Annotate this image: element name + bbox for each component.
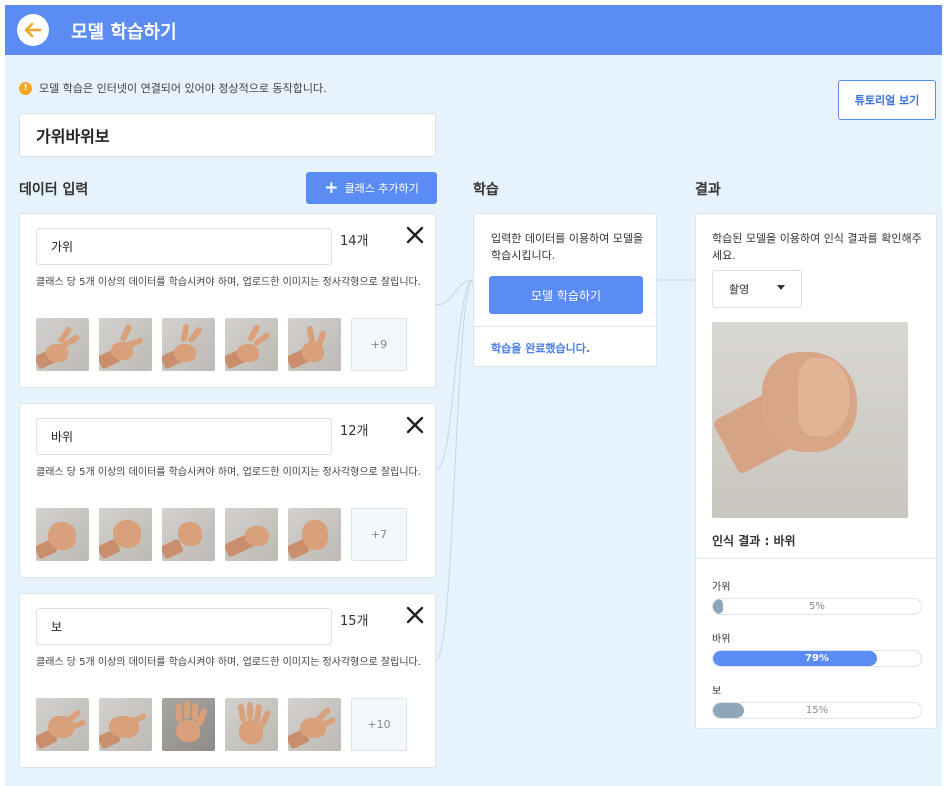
sample-thumbnail[interactable] — [288, 318, 341, 371]
result-card: 학습된 모델을 이용하여 인식 결과를 확인해주세요. 촬영 인식 결과 : 바… — [695, 213, 937, 729]
sample-thumbnail[interactable] — [99, 318, 152, 371]
class-card-rock: 바위 12개 클래스 당 5개 이상의 데이터를 학습시켜야 하며, 업로드한 … — [19, 403, 436, 578]
sample-thumbnail[interactable] — [162, 318, 215, 371]
probability-value: 15% — [805, 705, 829, 716]
sample-thumbnail[interactable] — [36, 508, 89, 561]
data-input-title: 데이터 입력 — [19, 182, 89, 198]
thumbnail-list: +7 — [36, 508, 407, 561]
probability-bar: 79% — [712, 650, 922, 667]
class-name-input[interactable]: 가위 — [36, 228, 332, 265]
top-bar: 모델 학습하기 — [5, 5, 942, 55]
more-thumbnails-button[interactable]: +7 — [351, 508, 407, 561]
network-notice: ! 모델 학습은 인터넷이 연결되어 있어야 정상적으로 동작합니다. — [19, 80, 327, 96]
more-thumbnails-button[interactable]: +10 — [351, 698, 407, 751]
close-icon[interactable] — [404, 224, 426, 246]
probability-label: 바위 — [712, 634, 731, 645]
sample-thumbnail[interactable] — [99, 508, 152, 561]
training-title: 학습 — [473, 182, 499, 198]
class-hint: 클래스 당 5개 이상의 데이터를 학습시켜야 하며, 업로드한 이미지는 정사… — [36, 467, 421, 478]
sample-thumbnail[interactable] — [36, 318, 89, 371]
probability-bar: 5% — [712, 598, 922, 615]
sample-thumbnail[interactable] — [225, 698, 278, 751]
thumbnail-list: +10 — [36, 698, 407, 751]
probability-value: 5% — [809, 601, 825, 612]
sample-thumbnail[interactable] — [288, 698, 341, 751]
result-title: 결과 — [695, 182, 721, 198]
class-count: 12개 — [340, 424, 369, 439]
more-thumbnails-button[interactable]: +9 — [351, 318, 407, 371]
class-hint: 클래스 당 5개 이상의 데이터를 학습시켜야 하며, 업로드한 이미지는 정사… — [36, 657, 421, 668]
class-count: 14개 — [340, 234, 369, 249]
class-count: 15개 — [340, 614, 369, 629]
class-card-scissors: 가위 14개 클래스 당 5개 이상의 데이터를 학습시켜야 하며, 업로드한 … — [19, 213, 436, 388]
training-description: 입력한 데이터를 이용하여 모델을 학습시킵니다. — [491, 232, 644, 262]
class-card-paper: 보 15개 클래스 당 5개 이상의 데이터를 학습시켜야 하며, 업로드한 이… — [19, 593, 436, 768]
sample-thumbnail[interactable] — [36, 698, 89, 751]
recognition-result: 인식 결과 : 바위 — [712, 534, 796, 548]
add-class-label: 클래스 추가하기 — [344, 182, 419, 195]
notice-text: 모델 학습은 인터넷이 연결되어 있어야 정상적으로 동작합니다. — [39, 82, 327, 95]
thumbnail-list: +9 — [36, 318, 407, 371]
sample-thumbnail[interactable] — [225, 508, 278, 561]
training-status: 학습을 완료했습니다. — [491, 342, 591, 355]
app-frame: 모델 학습하기 ! 모델 학습은 인터넷이 연결되어 있어야 정상적으로 동작합… — [5, 5, 942, 786]
class-hint: 클래스 당 5개 이상의 데이터를 학습시켜야 하며, 업로드한 이미지는 정사… — [36, 277, 421, 288]
back-button[interactable] — [17, 14, 49, 46]
sample-thumbnail[interactable] — [99, 698, 152, 751]
training-card: 입력한 데이터를 이용하여 모델을 학습시킵니다. 모델 학습하기 학습을 완료… — [473, 213, 657, 367]
add-class-button[interactable]: + 클래스 추가하기 — [306, 172, 437, 204]
probability-bar: 15% — [712, 702, 922, 719]
sample-thumbnail[interactable] — [288, 508, 341, 561]
result-description: 학습된 모델을 이용하여 인식 결과를 확인해주세요. — [712, 232, 922, 262]
caret-down-icon — [777, 285, 785, 290]
sample-thumbnail[interactable] — [162, 698, 215, 751]
close-icon[interactable] — [404, 414, 426, 436]
warning-icon: ! — [19, 81, 32, 95]
tutorial-button[interactable]: 튜토리얼 보기 — [838, 80, 936, 120]
probability-value: 79% — [805, 653, 829, 664]
camera-preview-image — [712, 322, 908, 518]
project-name-input[interactable]: 가위바위보 — [19, 113, 436, 157]
class-name-input[interactable]: 보 — [36, 608, 332, 645]
arrow-left-icon — [24, 22, 42, 38]
sample-thumbnail[interactable] — [162, 508, 215, 561]
page-title: 모델 학습하기 — [71, 22, 177, 43]
input-mode-select[interactable]: 촬영 — [712, 270, 802, 308]
class-name-input[interactable]: 바위 — [36, 418, 332, 455]
probability-label: 보 — [712, 686, 722, 697]
divider — [474, 326, 656, 327]
input-mode-value: 촬영 — [729, 283, 750, 296]
close-icon[interactable] — [404, 604, 426, 626]
sample-thumbnail[interactable] — [225, 318, 278, 371]
plus-icon: + — [324, 178, 339, 198]
probability-label: 가위 — [712, 582, 731, 593]
divider — [696, 558, 936, 559]
train-model-button[interactable]: 모델 학습하기 — [489, 276, 643, 314]
